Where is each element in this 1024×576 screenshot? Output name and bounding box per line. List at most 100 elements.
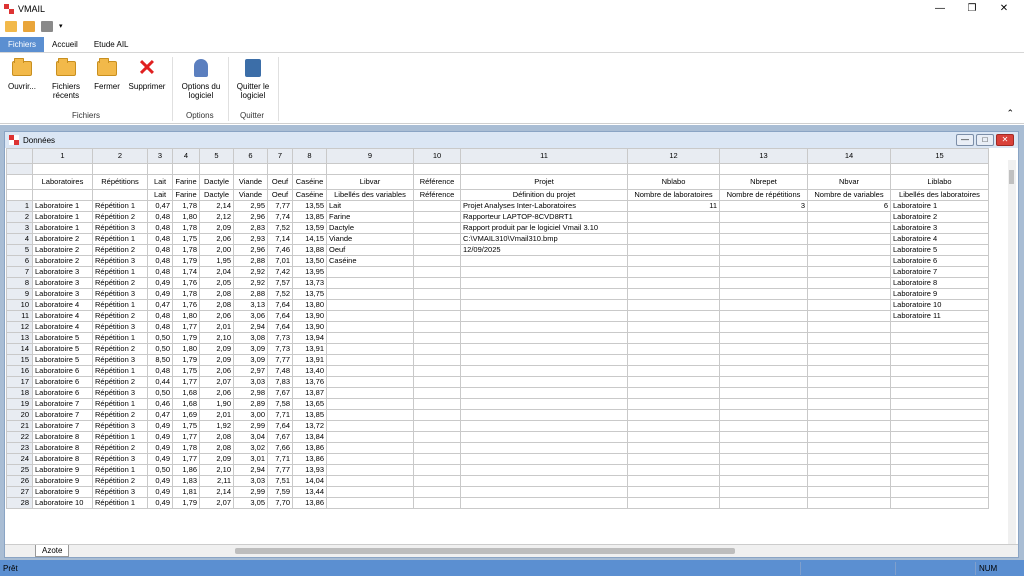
- grid-cell[interactable]: [627, 453, 720, 465]
- row-header[interactable]: 18: [6, 387, 33, 399]
- grid-cell[interactable]: [627, 288, 720, 300]
- grid-cell[interactable]: 13,50: [292, 255, 327, 267]
- grid-cell[interactable]: [890, 163, 989, 175]
- grid-cell[interactable]: Répétition 3: [92, 321, 148, 333]
- column-header[interactable]: 14: [807, 148, 891, 164]
- grid-cell[interactable]: [292, 163, 327, 175]
- grid-cell[interactable]: [267, 163, 293, 175]
- row-header[interactable]: 6: [6, 255, 33, 267]
- grid-cell[interactable]: 2,88: [233, 255, 268, 267]
- data-grid[interactable]: 1 2 3 4 5 6 7 8 9 10 11 12 13 14 15 Laboratoires Répétit…: [6, 148, 1008, 532]
- grid-cell[interactable]: Lait: [326, 200, 414, 212]
- grid-cell[interactable]: [719, 288, 808, 300]
- grid-cell[interactable]: [807, 222, 891, 234]
- grid-cell[interactable]: 0,47: [147, 299, 173, 311]
- grid-cell[interactable]: Laboratoire 6: [890, 255, 989, 267]
- vertical-scroll-thumb[interactable]: [1009, 170, 1014, 184]
- grid-cell[interactable]: 1,74: [172, 266, 200, 278]
- grid-cell[interactable]: [413, 233, 461, 245]
- grid-cell[interactable]: Laboratoire 1: [32, 200, 93, 212]
- grid-cell[interactable]: Répétition 2: [92, 343, 148, 355]
- grid-cell[interactable]: [326, 420, 414, 432]
- grid-cell[interactable]: Répétition 2: [92, 442, 148, 454]
- column-header[interactable]: 4: [172, 148, 200, 164]
- grid-cell[interactable]: [413, 321, 461, 333]
- grid-cell[interactable]: 0,47: [147, 200, 173, 212]
- grid-cell[interactable]: Laboratoire 5: [32, 354, 93, 366]
- grid-cell[interactable]: 1,90: [199, 398, 234, 410]
- column-header[interactable]: 1: [32, 148, 93, 164]
- grid-cell[interactable]: Laboratoire 3: [32, 288, 93, 300]
- grid-cell[interactable]: [807, 343, 891, 355]
- grid-cell[interactable]: 2,92: [233, 266, 268, 278]
- grid-cell[interactable]: [326, 387, 414, 399]
- grid-cell[interactable]: Répétition 2: [92, 376, 148, 388]
- grid-cell[interactable]: 2,08: [199, 431, 234, 443]
- grid-cell[interactable]: [147, 163, 173, 175]
- grid-cell[interactable]: 2,01: [199, 321, 234, 333]
- grid-cell[interactable]: [719, 464, 808, 476]
- grid-cell[interactable]: [627, 409, 720, 421]
- grid-cell[interactable]: Répétition 3: [92, 453, 148, 465]
- grid-cell[interactable]: Laboratoire 3: [32, 266, 93, 278]
- grid-cell[interactable]: [627, 211, 720, 223]
- column-header[interactable]: 7: [267, 148, 293, 164]
- grid-cell[interactable]: [719, 321, 808, 333]
- grid-cell[interactable]: 2,04: [199, 266, 234, 278]
- grid-cell[interactable]: [413, 475, 461, 487]
- grid-cell[interactable]: 2,09: [199, 354, 234, 366]
- grid-cell[interactable]: 8,50: [147, 354, 173, 366]
- label-cell[interactable]: Libvar: [326, 174, 414, 190]
- grid-cell[interactable]: [460, 453, 628, 465]
- grid-cell[interactable]: [627, 486, 720, 498]
- grid-cell[interactable]: Laboratoire 5: [32, 332, 93, 344]
- grid-cell[interactable]: [413, 200, 461, 212]
- grid-cell[interactable]: 7,52: [267, 222, 293, 234]
- grid-cell[interactable]: 2,83: [233, 222, 268, 234]
- grid-cell[interactable]: 7,57: [267, 277, 293, 289]
- column-header[interactable]: 13: [719, 148, 808, 164]
- grid-cell[interactable]: [719, 409, 808, 421]
- grid-cell[interactable]: [413, 464, 461, 476]
- grid-cell[interactable]: 2,09: [199, 222, 234, 234]
- grid-cell[interactable]: 1,77: [172, 431, 200, 443]
- grid-cell[interactable]: [807, 453, 891, 465]
- grid-cell[interactable]: 3: [719, 200, 808, 212]
- grid-cell[interactable]: [413, 497, 461, 509]
- grid-cell[interactable]: 1,76: [172, 299, 200, 311]
- grid-cell[interactable]: 2,96: [233, 211, 268, 223]
- grid-cell[interactable]: [627, 420, 720, 432]
- grid-cell[interactable]: [627, 266, 720, 278]
- grid-cell[interactable]: 3,03: [233, 376, 268, 388]
- grid-cell[interactable]: 1,79: [172, 497, 200, 509]
- grid-cell[interactable]: [326, 486, 414, 498]
- row-header[interactable]: 4: [6, 233, 33, 245]
- grid-cell[interactable]: [460, 376, 628, 388]
- grid-cell[interactable]: 7,77: [267, 464, 293, 476]
- grid-cell[interactable]: Répétition 3: [92, 354, 148, 366]
- grid-cell[interactable]: [890, 332, 989, 344]
- label-cell[interactable]: Projet: [460, 174, 628, 190]
- grid-cell[interactable]: 2,09: [199, 453, 234, 465]
- grid-cell[interactable]: [890, 343, 989, 355]
- grid-cell[interactable]: 13,86: [292, 453, 327, 465]
- grid-cell[interactable]: [460, 431, 628, 443]
- grid-cell[interactable]: [460, 409, 628, 421]
- grid-cell[interactable]: 1,75: [172, 233, 200, 245]
- row-header[interactable]: 27: [6, 486, 33, 498]
- grid-cell[interactable]: [460, 343, 628, 355]
- grid-cell[interactable]: 2,07: [199, 497, 234, 509]
- grid-cell[interactable]: Laboratoire 3: [890, 222, 989, 234]
- label-cell[interactable]: Farine: [172, 174, 200, 190]
- row-header[interactable]: 17: [6, 376, 33, 388]
- grid-cell[interactable]: 2,06: [199, 387, 234, 399]
- grid-cell[interactable]: 1,79: [172, 354, 200, 366]
- grid-cell[interactable]: [460, 497, 628, 509]
- label-cell[interactable]: Oeuf: [267, 189, 293, 201]
- grid-cell[interactable]: 13,40: [292, 365, 327, 377]
- grid-cell[interactable]: Laboratoire 4: [32, 321, 93, 333]
- grid-cell[interactable]: [890, 442, 989, 454]
- row-header[interactable]: 25: [6, 464, 33, 476]
- grid-cell[interactable]: 0,49: [147, 431, 173, 443]
- grid-cell[interactable]: [460, 387, 628, 399]
